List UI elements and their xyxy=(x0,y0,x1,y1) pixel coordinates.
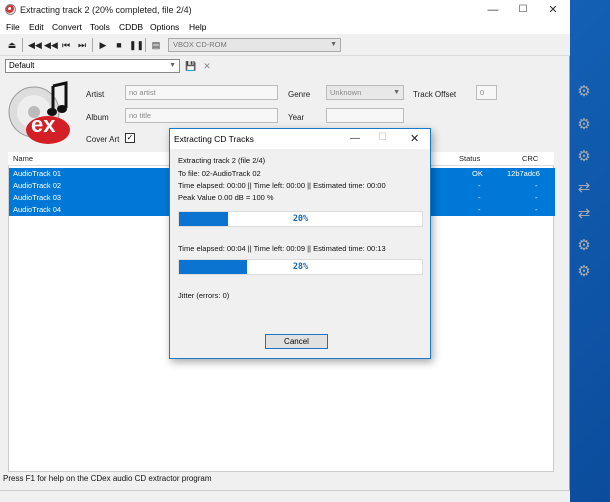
menu-tools[interactable]: Tools xyxy=(90,22,110,32)
chevron-down-icon: ▼ xyxy=(393,89,400,96)
rewind-icon[interactable]: ◀◀ xyxy=(44,39,58,51)
settings-gear-icon[interactable]: ⚙ xyxy=(574,147,594,167)
settings-gear-icon[interactable]: ⚙ xyxy=(574,262,594,282)
settings-gear-icon[interactable]: ⚙ xyxy=(574,236,594,256)
status-bar: Press F1 for help on the CDex audio CD e… xyxy=(3,474,212,483)
track-status: OK xyxy=(472,169,483,178)
track-offset-label: Track Offset xyxy=(413,90,457,99)
save-profile-icon[interactable]: 💾 xyxy=(185,60,197,72)
close-icon[interactable]: ✕ xyxy=(410,132,419,145)
menu-edit[interactable]: Edit xyxy=(29,22,44,32)
toolbar-separator xyxy=(22,38,23,52)
track-name: AudioTrack 03 xyxy=(13,193,62,202)
pause-icon[interactable]: ❚❚ xyxy=(129,39,144,51)
profile-select[interactable]: Default ▼ xyxy=(5,59,180,73)
track-name: AudioTrack 04 xyxy=(13,205,62,214)
dialog-peak-text: Peak Value 0.00 dB = 100 % xyxy=(178,193,274,202)
album-label: Album xyxy=(86,113,109,122)
dialog-track-text: Extracting track 2 (file 2/4) xyxy=(178,156,266,165)
column-status[interactable]: Status xyxy=(459,154,480,163)
toolbar-separator xyxy=(145,38,146,52)
genre-select-value: Unknown xyxy=(330,88,362,97)
prev-track-icon[interactable]: ◀◀ xyxy=(28,39,42,51)
track-crc: - xyxy=(535,205,538,214)
dialog-file-text: To file: 02-AudioTrack 02 xyxy=(178,169,261,178)
cancel-button[interactable]: Cancel xyxy=(265,334,328,349)
convert-icon[interactable]: ⇄ xyxy=(574,204,594,224)
stop-icon[interactable]: ■ xyxy=(113,39,125,51)
minimize-icon[interactable]: — xyxy=(350,133,360,144)
menu-cddb[interactable]: CDDB xyxy=(119,22,143,32)
track-status: - xyxy=(478,193,481,202)
genre-label: Genre xyxy=(288,90,311,99)
track-offset-field[interactable]: 0 xyxy=(476,85,497,100)
cover-art-label: Cover Art xyxy=(86,135,120,144)
track-crc: - xyxy=(535,193,538,202)
column-name[interactable]: Name xyxy=(13,154,33,163)
year-label: Year xyxy=(288,113,305,122)
menu-options[interactable]: Options xyxy=(150,22,179,32)
drive-select[interactable]: VBOX CD-ROM ▼ xyxy=(168,38,341,52)
logo-text: ex xyxy=(31,112,56,137)
menu-convert[interactable]: Convert xyxy=(52,22,82,32)
play-icon[interactable]: ▶ xyxy=(97,39,109,51)
maximize-icon[interactable]: ☐ xyxy=(508,0,538,20)
drive-select-value: VBOX CD-ROM xyxy=(173,40,227,49)
chevron-down-icon: ▼ xyxy=(330,41,337,48)
eject-icon[interactable]: ⏏ xyxy=(6,39,18,51)
column-crc[interactable]: CRC xyxy=(522,154,538,163)
menu-help[interactable]: Help xyxy=(189,22,206,32)
profile-select-value: Default xyxy=(9,61,35,70)
cover-art-checkbox[interactable]: ✓ xyxy=(125,133,135,143)
total-progress-label: 28% xyxy=(292,262,309,272)
window-bottom-edge xyxy=(0,490,570,502)
artist-label: Artist xyxy=(86,90,105,99)
settings-gear-icon[interactable]: ⚙ xyxy=(574,82,594,102)
cd-info-icon[interactable]: ▤ xyxy=(150,39,162,51)
chevron-down-icon: ▼ xyxy=(169,62,176,69)
track-crc: 12b7adc6 xyxy=(507,169,540,178)
total-progress-bar: 28% xyxy=(178,259,423,275)
track-name: AudioTrack 02 xyxy=(13,181,62,190)
dialog-title: Extracting CD Tracks xyxy=(174,134,254,144)
track-progress-bar: 20% xyxy=(178,211,423,227)
close-icon[interactable]: ✕ xyxy=(538,0,568,20)
track-crc: - xyxy=(535,181,538,190)
jitter-text: Jitter (errors: 0) xyxy=(178,291,230,300)
settings-gear-icon[interactable]: ⚙ xyxy=(574,115,594,135)
extracting-dialog: Extracting CD Tracks — ☐ ✕ Extracting tr… xyxy=(169,128,431,359)
window-title: Extracting track 2 (20% completed, file … xyxy=(20,5,192,15)
delete-profile-icon[interactable]: ✕ xyxy=(201,60,213,72)
genre-select[interactable]: Unknown ▼ xyxy=(326,85,404,100)
skip-back-icon[interactable]: ⏮ xyxy=(60,39,72,51)
menu-bar: File Edit Convert Tools CDDB Options Hel… xyxy=(0,20,570,34)
track-status: - xyxy=(478,181,481,190)
dialog-time-text: Time elapsed: 00:00 || Time left: 00:00 … xyxy=(178,181,386,190)
year-field[interactable] xyxy=(326,108,404,123)
app-icon xyxy=(5,4,16,15)
artist-field[interactable]: no artist xyxy=(125,85,278,100)
maximize-icon[interactable]: ☐ xyxy=(378,132,387,143)
dialog-title-bar: Extracting CD Tracks — ☐ ✕ xyxy=(170,129,430,149)
dialog-total-time-text: Time elapsed: 00:04 || Time left: 00:09 … xyxy=(178,244,386,253)
minimize-icon[interactable]: — xyxy=(478,0,508,20)
track-status: - xyxy=(478,205,481,214)
album-field[interactable]: no title xyxy=(125,108,278,123)
menu-file[interactable]: File xyxy=(6,22,20,32)
track-name: AudioTrack 01 xyxy=(13,169,62,178)
toolbar-separator xyxy=(92,38,93,52)
track-progress-label: 20% xyxy=(292,214,309,224)
title-bar: Extracting track 2 (20% completed, file … xyxy=(0,0,570,20)
skip-forward-icon[interactable]: ⏭ xyxy=(76,39,88,51)
convert-icon[interactable]: ⇄ xyxy=(574,178,594,198)
